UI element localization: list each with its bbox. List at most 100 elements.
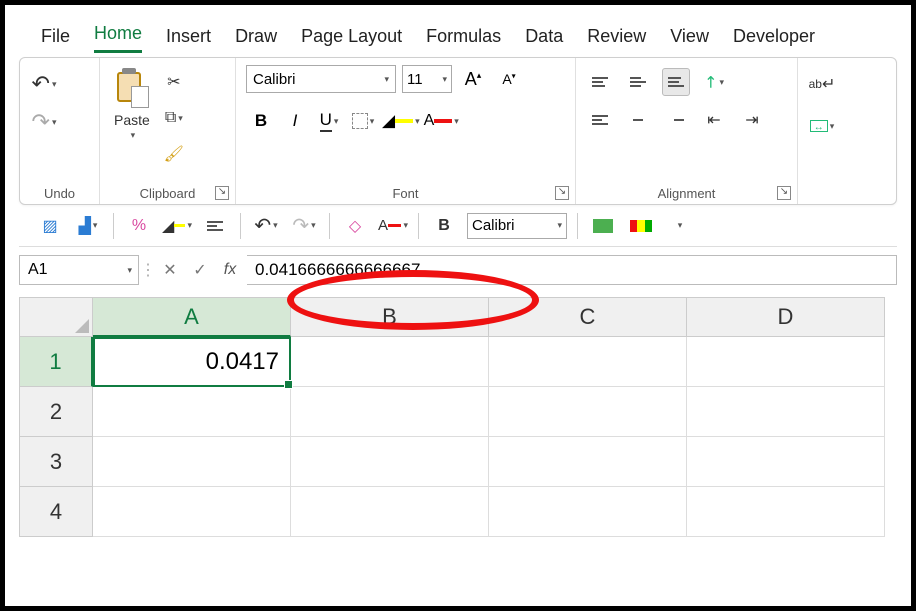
align-right-icon (668, 115, 684, 125)
col-header-C[interactable]: C (489, 297, 687, 337)
tab-draw[interactable]: Draw (235, 26, 277, 53)
qat-fillcolor-button[interactable]: ◢▾ (162, 211, 192, 241)
qat-redo-button[interactable]: ↷▾ (289, 211, 319, 241)
formula-bar: A1▾ ⋮ ✕ ✓ fx 0.0416666666666667 (19, 251, 897, 289)
row-1: 1 0.0417 (19, 337, 911, 387)
decrease-indent-icon: ⇤ (707, 110, 720, 130)
cell-D2[interactable] (687, 387, 885, 437)
cut-button[interactable]: ✂ (160, 68, 188, 96)
clipboard-dialog-launcher[interactable]: ↘ (215, 186, 229, 200)
fx-button[interactable]: fx (217, 255, 243, 285)
qat-cellformat-button[interactable] (626, 211, 656, 241)
tab-developer[interactable]: Developer (733, 26, 815, 53)
align-left-button[interactable] (586, 106, 614, 134)
cell-D4[interactable] (687, 487, 885, 537)
qat-cellstyle-button[interactable] (588, 211, 618, 241)
cell-A4[interactable] (93, 487, 291, 537)
row-header-1[interactable]: 1 (19, 337, 93, 387)
copy-button[interactable]: ⧉▾ (160, 104, 188, 132)
qat-font-select[interactable]: Calibri▾ (467, 213, 567, 239)
cell-D1[interactable] (687, 337, 885, 387)
align-right-button[interactable] (662, 106, 690, 134)
tab-review[interactable]: Review (587, 26, 646, 53)
cell-A2[interactable] (93, 387, 291, 437)
paste-button[interactable]: Paste ▾ (110, 64, 154, 143)
underline-button[interactable]: U▾ (314, 106, 344, 136)
tab-home[interactable]: Home (94, 23, 142, 53)
row-header-4[interactable]: 4 (19, 487, 93, 537)
cell-B1[interactable] (291, 337, 489, 387)
bold-button[interactable]: B (246, 106, 276, 136)
align-center-icon (630, 115, 646, 125)
tab-file[interactable]: File (41, 26, 70, 53)
qat-more-button[interactable]: ▾ (664, 211, 694, 241)
align-bottom-button[interactable] (662, 68, 690, 96)
copy-icon: ⧉ (165, 109, 176, 127)
qat-clear-button[interactable]: ◇ (340, 211, 370, 241)
qat-undo-button[interactable]: ↶▾ (251, 211, 281, 241)
qat-bold-button[interactable]: B (429, 211, 459, 241)
qat-align-button[interactable] (200, 211, 230, 241)
select-all-corner[interactable] (19, 297, 93, 337)
underline-label: U (320, 110, 332, 132)
cell-A3[interactable] (93, 437, 291, 487)
accept-formula-button[interactable]: ✓ (187, 255, 213, 285)
row-header-3[interactable]: 3 (19, 437, 93, 487)
font-dialog-launcher[interactable]: ↘ (555, 186, 569, 200)
align-middle-icon (630, 77, 646, 87)
cell-C1[interactable] (489, 337, 687, 387)
tab-formulas[interactable]: Formulas (426, 26, 501, 53)
cell-D3[interactable] (687, 437, 885, 487)
align-top-button[interactable] (586, 68, 614, 96)
orientation-button[interactable]: ↗▾ (700, 68, 728, 96)
col-header-D[interactable]: D (687, 297, 885, 337)
tab-page-layout[interactable]: Page Layout (301, 26, 402, 53)
formula-input[interactable]: 0.0416666666666667 (247, 255, 897, 285)
cancel-formula-button[interactable]: ✕ (157, 255, 183, 285)
font-color-button[interactable]: A▾ (424, 106, 459, 136)
tab-insert[interactable]: Insert (166, 26, 211, 53)
col-header-A[interactable]: A (93, 297, 291, 337)
cell-B3[interactable] (291, 437, 489, 487)
qat-percent-button[interactable]: % (124, 211, 154, 241)
redo-button[interactable]: ↷▾ (30, 108, 58, 136)
alignment-dialog-launcher[interactable]: ↘ (777, 186, 791, 200)
decrease-font-button[interactable]: A▾ (494, 64, 524, 94)
wrap-text-button[interactable]: ab↵ (808, 70, 836, 98)
align-middle-button[interactable] (624, 68, 652, 96)
merge-button[interactable]: ↔▾ (808, 112, 836, 140)
cell-C2[interactable] (489, 387, 687, 437)
decrease-indent-button[interactable]: ⇤ (700, 106, 728, 134)
increase-font-button[interactable]: A▴ (458, 64, 488, 94)
align-icon (207, 221, 223, 231)
qat-3d-button[interactable]: ▨ (35, 211, 65, 241)
qat-fontcolor-button[interactable]: A▾ (378, 211, 408, 241)
orientation-icon: ↗ (699, 70, 723, 94)
format-painter-button[interactable]: 🖌 (160, 140, 188, 168)
col-header-B[interactable]: B (291, 297, 489, 337)
undo-button[interactable]: ↶▾ (30, 70, 58, 98)
qat-chart-button[interactable]: ▟▾ (73, 211, 103, 241)
cell-C3[interactable] (489, 437, 687, 487)
font-name-select[interactable]: Calibri▾ (246, 65, 396, 93)
border-button[interactable]: ▾ (348, 106, 378, 136)
row-3: 3 (19, 437, 911, 487)
font-name-value: Calibri (253, 71, 296, 88)
align-center-button[interactable] (624, 106, 652, 134)
font-size-select[interactable]: 11▾ (402, 65, 452, 93)
italic-button[interactable]: I (280, 106, 310, 136)
increase-indent-button[interactable]: ⇥ (738, 106, 766, 134)
qat-font-value: Calibri (472, 217, 515, 234)
chart-icon: ▟ (79, 216, 91, 236)
row-header-2[interactable]: 2 (19, 387, 93, 437)
cell-B2[interactable] (291, 387, 489, 437)
name-box[interactable]: A1▾ (19, 255, 139, 285)
column-headers: A B C D (19, 297, 911, 337)
fill-color-button[interactable]: ◢▾ (382, 106, 420, 136)
tab-data[interactable]: Data (525, 26, 563, 53)
cell-C4[interactable] (489, 487, 687, 537)
tab-view[interactable]: View (670, 26, 709, 53)
x-icon: ✕ (163, 260, 176, 280)
cell-B4[interactable] (291, 487, 489, 537)
cell-A1[interactable]: 0.0417 (93, 337, 291, 387)
